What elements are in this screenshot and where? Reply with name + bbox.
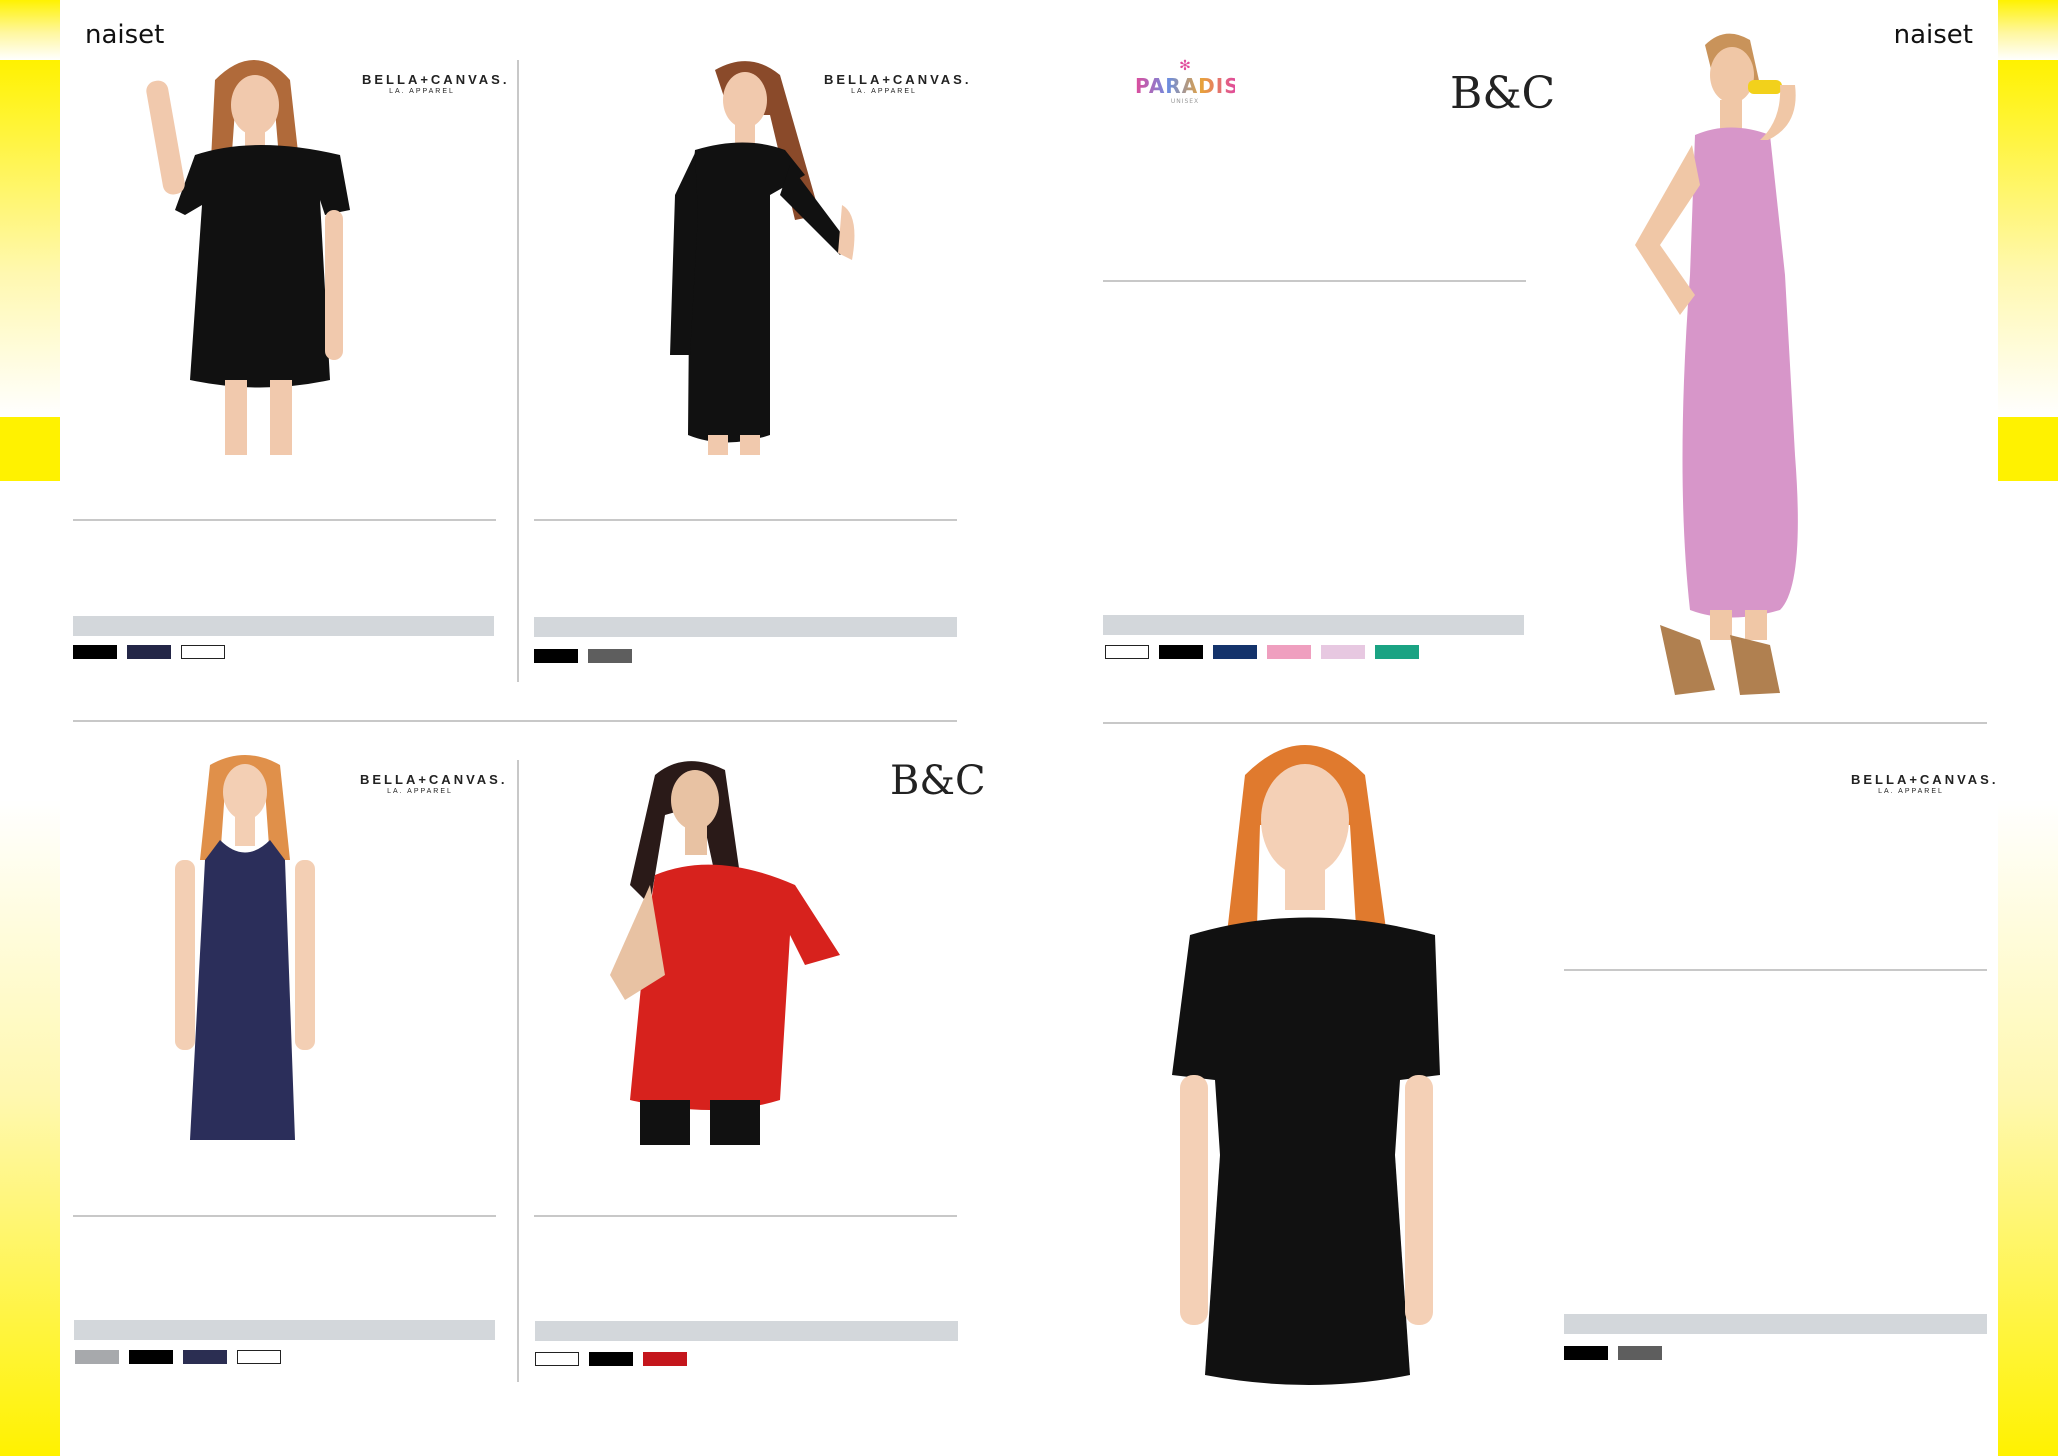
- product-photo-p6: [1160, 735, 1460, 1385]
- color-swatch[interactable]: [127, 645, 171, 659]
- product-photo-p2: [620, 55, 860, 455]
- page-label-right: naiset: [1893, 20, 1973, 50]
- color-swatch[interactable]: [1105, 645, 1149, 659]
- color-swatch[interactable]: [535, 1352, 579, 1366]
- section-divider: [73, 720, 957, 722]
- spec-bar: [1103, 615, 1524, 635]
- product-photo-p3: [1620, 25, 1850, 705]
- color-swatch[interactable]: [1618, 1346, 1662, 1360]
- color-swatch[interactable]: [1321, 645, 1365, 659]
- color-swatch[interactable]: [73, 645, 117, 659]
- color-swatch[interactable]: [643, 1352, 687, 1366]
- divider: [73, 519, 496, 521]
- spec-bar: [74, 1320, 495, 1340]
- divider: [534, 1215, 957, 1217]
- color-swatch[interactable]: [181, 645, 225, 659]
- column-divider: [517, 60, 519, 682]
- bella-canvas-logo: BELLA+CANVAS. LA. APPAREL: [1851, 772, 1999, 795]
- color-swatch[interactable]: [237, 1350, 281, 1364]
- color-swatch[interactable]: [1159, 645, 1203, 659]
- edge-tab-left-top: [0, 0, 60, 60]
- spec-bar: [535, 1321, 958, 1341]
- edge-tab-left-upper: [0, 60, 60, 417]
- color-swatch[interactable]: [1213, 645, 1257, 659]
- edge-tab-right-top: [1998, 0, 2058, 60]
- product-photo-p1: [140, 50, 370, 455]
- edge-tab-right-upper: [1998, 60, 2058, 417]
- color-swatch[interactable]: [589, 1352, 633, 1366]
- divider: [1564, 969, 1987, 971]
- divider: [73, 1215, 496, 1217]
- color-swatch[interactable]: [1564, 1346, 1608, 1360]
- color-swatch[interactable]: [1375, 645, 1419, 659]
- column-divider: [517, 760, 519, 1382]
- product-photo-p4: [165, 750, 325, 1140]
- bandc-logo: B&C: [890, 758, 986, 804]
- spec-bar: [1564, 1314, 1987, 1334]
- edge-tab-right-active: [1998, 417, 2058, 481]
- page-label-left: naiset: [85, 20, 165, 50]
- edge-tab-left-lower: [0, 800, 60, 1456]
- color-swatch[interactable]: [129, 1350, 173, 1364]
- color-swatch[interactable]: [75, 1350, 119, 1364]
- bandc-logo: B&C: [1450, 68, 1556, 119]
- paradise-logo: ✻ PARADISE UNISEX: [1135, 58, 1255, 105]
- product-photo-p5: [595, 755, 845, 1145]
- divider: [1103, 280, 1526, 282]
- spec-bar: [534, 617, 957, 637]
- edge-tab-right-lower: [1998, 800, 2058, 1456]
- spec-bar: [73, 616, 494, 636]
- bella-canvas-logo: BELLA+CANVAS. LA. APPAREL: [362, 72, 510, 95]
- section-divider: [1103, 722, 1987, 724]
- color-swatch[interactable]: [183, 1350, 227, 1364]
- divider: [534, 519, 957, 521]
- color-swatch[interactable]: [534, 649, 578, 663]
- edge-tab-left-active: [0, 417, 60, 481]
- color-swatch[interactable]: [1267, 645, 1311, 659]
- bella-canvas-logo: BELLA+CANVAS. LA. APPAREL: [360, 772, 508, 795]
- color-swatch[interactable]: [588, 649, 632, 663]
